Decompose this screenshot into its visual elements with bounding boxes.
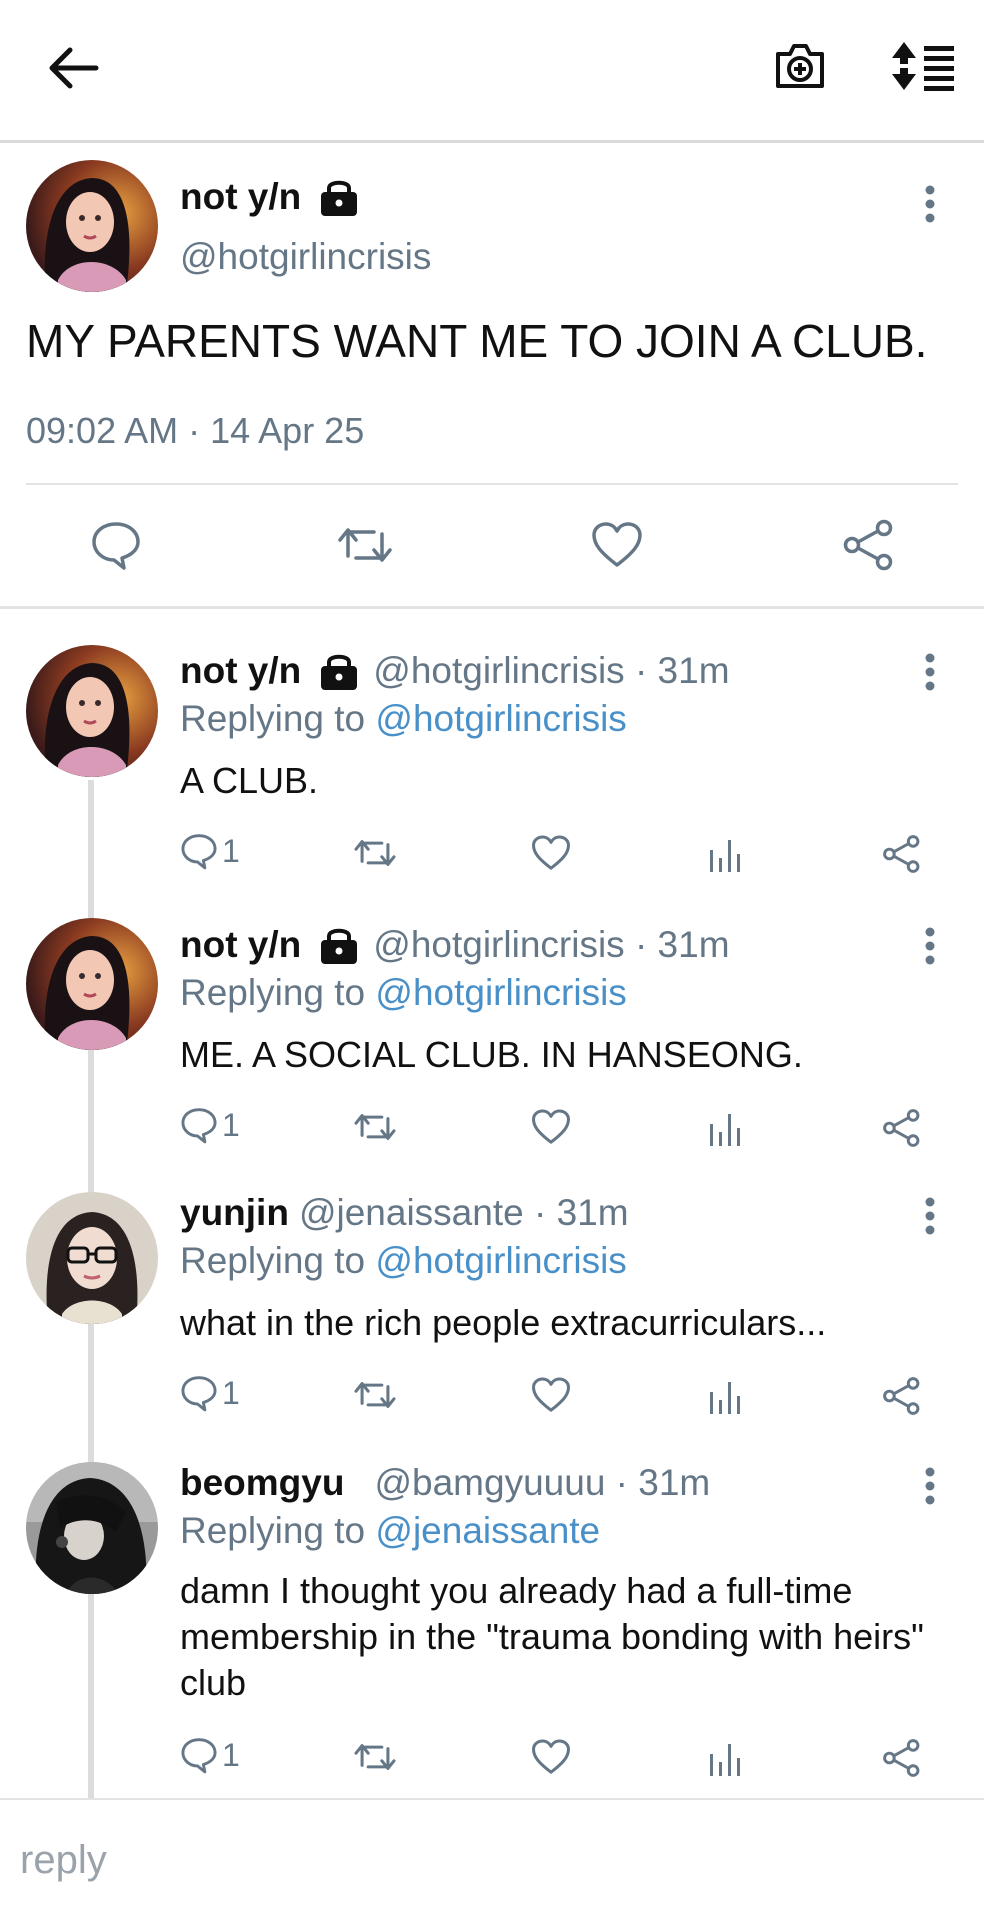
divider xyxy=(26,483,958,485)
heart-icon[interactable] xyxy=(530,1738,572,1776)
replying-to: Replying to @hotgirlincrisis xyxy=(180,698,627,740)
analytics-icon[interactable] xyxy=(708,1740,742,1776)
reply-count: 1 xyxy=(222,1736,240,1773)
reply-author-line: not y/n @hotgirlincrisis · 31m xyxy=(180,924,730,966)
share-icon[interactable] xyxy=(882,834,922,874)
avatar[interactable] xyxy=(26,160,158,292)
avatar[interactable] xyxy=(26,918,158,1050)
author-name[interactable]: yunjin xyxy=(180,1192,289,1234)
author-name[interactable]: not y/n xyxy=(180,650,301,692)
retweet-icon[interactable] xyxy=(352,834,398,872)
author-handle[interactable]: @hotgirlincrisis · 31m xyxy=(373,650,729,692)
author-handle[interactable]: @hotgirlincrisis · 31m xyxy=(373,924,729,966)
replying-to-label: Replying to xyxy=(180,1240,376,1281)
replying-to-link[interactable]: @hotgirlincrisis xyxy=(375,1240,626,1281)
avatar[interactable] xyxy=(26,1192,158,1324)
avatar[interactable] xyxy=(26,645,158,777)
heart-icon[interactable] xyxy=(530,834,572,872)
replying-to-label: Replying to xyxy=(180,1510,376,1551)
reply-text: ME. A SOCIAL CLUB. IN HANSEONG. xyxy=(180,1034,803,1075)
replying-to-label: Replying to xyxy=(180,698,376,739)
reply-author-line: not y/n @hotgirlincrisis · 31m xyxy=(180,650,730,692)
lock-icon xyxy=(319,652,359,690)
reply-input[interactable] xyxy=(20,1828,960,1892)
reply-count: 1 xyxy=(222,1374,240,1411)
reply-action[interactable]: 1 xyxy=(180,832,240,870)
reply-action[interactable]: 1 xyxy=(180,1106,240,1144)
heart-icon[interactable] xyxy=(590,520,644,570)
retweet-icon[interactable] xyxy=(336,520,394,570)
analytics-icon[interactable] xyxy=(708,1378,742,1414)
share-icon[interactable] xyxy=(842,518,896,572)
more-options-icon[interactable] xyxy=(922,1196,938,1236)
comment-icon xyxy=(181,1108,217,1144)
author-handle[interactable]: @jenaissante · 31m xyxy=(299,1192,629,1234)
reply-count: 1 xyxy=(222,832,240,869)
divider xyxy=(0,1798,984,1800)
replying-to-label: Replying to xyxy=(180,972,376,1013)
more-options-icon[interactable] xyxy=(922,1466,938,1506)
more-options-icon[interactable] xyxy=(922,652,938,692)
replying-to-link[interactable]: @hotgirlincrisis xyxy=(375,972,626,1013)
author-line: not y/n xyxy=(180,176,359,218)
divider xyxy=(0,606,984,609)
reply-text: A CLUB. xyxy=(180,760,319,801)
author-handle[interactable]: @bamgyuuuu · 31m xyxy=(374,1462,710,1504)
replying-to: Replying to @hotgirlincrisis xyxy=(180,972,627,1014)
more-options-icon[interactable] xyxy=(922,184,938,224)
reply-author-line: yunjin @jenaissante · 31m xyxy=(180,1192,629,1234)
heart-icon[interactable] xyxy=(530,1376,572,1414)
retweet-icon[interactable] xyxy=(352,1738,398,1776)
share-icon[interactable] xyxy=(882,1376,922,1416)
lock-icon xyxy=(319,178,359,216)
replying-to-link[interactable]: @jenaissante xyxy=(375,1510,600,1551)
avatar[interactable] xyxy=(26,1462,158,1594)
more-options-icon[interactable] xyxy=(922,926,938,966)
sort-list-icon[interactable] xyxy=(890,40,956,92)
share-icon[interactable] xyxy=(882,1738,922,1778)
reply-text: what in the rich people extracurriculars… xyxy=(180,1302,827,1343)
replying-to: Replying to @jenaissante xyxy=(180,1510,600,1552)
camera-add-icon[interactable] xyxy=(772,40,828,92)
author-name[interactable]: not y/n xyxy=(180,924,301,966)
arrow-left-icon[interactable] xyxy=(44,44,100,92)
author-name[interactable]: beomgyu xyxy=(180,1462,344,1504)
reply-action[interactable]: 1 xyxy=(180,1736,240,1774)
tweet-timestamp: 09:02 AM · 14 Apr 25 xyxy=(26,410,365,451)
reply-count: 1 xyxy=(222,1106,240,1143)
comment-icon xyxy=(181,834,217,870)
comment-icon[interactable] xyxy=(90,520,142,570)
retweet-icon[interactable] xyxy=(352,1108,398,1146)
reply-author-line: beomgyu @bamgyuuuu · 31m xyxy=(180,1462,710,1504)
replying-to-link[interactable]: @hotgirlincrisis xyxy=(375,698,626,739)
lock-icon xyxy=(319,926,359,964)
author-name[interactable]: not y/n xyxy=(180,176,301,218)
comment-icon xyxy=(181,1376,217,1412)
reply-text: damn I thought you already had a full-ti… xyxy=(180,1570,924,1703)
analytics-icon[interactable] xyxy=(708,1110,742,1146)
reply-action[interactable]: 1 xyxy=(180,1374,240,1412)
analytics-icon[interactable] xyxy=(708,836,742,872)
replying-to: Replying to @hotgirlincrisis xyxy=(180,1240,627,1282)
comment-icon xyxy=(181,1738,217,1774)
heart-icon[interactable] xyxy=(530,1108,572,1146)
tweet-text: MY PARENTS WANT ME TO JOIN A CLUB. xyxy=(26,315,928,367)
top-bar xyxy=(0,0,984,143)
author-handle[interactable]: @hotgirlincrisis xyxy=(180,236,431,278)
retweet-icon[interactable] xyxy=(352,1376,398,1414)
share-icon[interactable] xyxy=(882,1108,922,1148)
